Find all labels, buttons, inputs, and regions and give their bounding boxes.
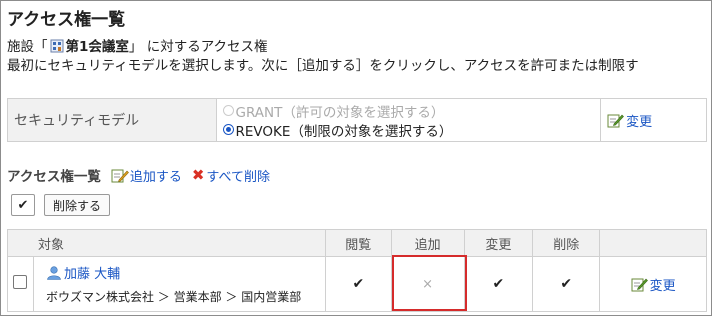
add-icon: [111, 169, 129, 182]
action-cell: 変更: [599, 256, 707, 312]
security-model-table: セキュリティモデル GRANT（許可の対象を選択する） REVOKE（制限の対象…: [7, 98, 707, 142]
row-checkbox[interactable]: [13, 275, 28, 289]
table-row: 加藤 大輔 ボウズマン株式会社 ＞ 営業本部 ＞ 国内営業部 ✔ × ✔ ✔ 変…: [7, 256, 707, 312]
view-cell: ✔: [324, 256, 392, 312]
cross-icon: ×: [422, 276, 434, 292]
access-list-screen: アクセス権一覧 施設「 第1会議室」 に対するアクセス権 最初にセキュリティモデル…: [0, 0, 712, 316]
check-icon: ✔: [352, 276, 365, 292]
grant-radio[interactable]: [222, 105, 234, 116]
column-delete: 削除: [532, 229, 601, 257]
user-name-link[interactable]: 加藤 大輔: [64, 263, 120, 282]
delete-cell: ✔: [532, 256, 601, 312]
target-cell: 加藤 大輔 ボウズマン株式会社 ＞ 営業本部 ＞ 国内営業部: [32, 256, 326, 312]
org-path: ボウズマン株式会社 ＞ 営業本部 ＞ 国内営業部: [45, 290, 302, 304]
security-model-change-label: 変更: [626, 114, 653, 130]
acl-header: アクセス権一覧 追加する ✖ すべて削除: [7, 165, 270, 185]
check-all-button[interactable]: ✔: [11, 194, 35, 216]
instruction-text: 最初にセキュリティモデルを選択します。次に［追加する］をクリックし、アクセスを許…: [7, 58, 639, 74]
user-line: 加藤 大輔: [46, 263, 324, 282]
facility-suffix: 」 に対するアクセス権: [128, 39, 268, 55]
facility-prefix: 施設「: [7, 39, 48, 55]
facility-icon: [50, 39, 63, 53]
check-icon: ✔: [560, 276, 573, 292]
revoke-radio[interactable]: [222, 124, 234, 135]
edit-icon: [607, 114, 625, 127]
add-cell: ×: [390, 256, 465, 312]
column-add: 追加: [390, 229, 465, 257]
column-target: 対象: [7, 229, 326, 257]
row-checkbox-cell: [7, 256, 34, 312]
row-change-link[interactable]: 変更: [631, 278, 676, 294]
grant-option[interactable]: GRANT（許可の対象を選択する）: [222, 101, 601, 121]
revoke-option[interactable]: REVOKE（制限の対象を選択する）: [222, 120, 601, 140]
security-model-options: GRANT（許可の対象を選択する） REVOKE（制限の対象を選択する）: [215, 98, 602, 142]
security-model-action: 変更: [600, 98, 707, 142]
acl-heading: アクセス権一覧: [7, 169, 101, 185]
add-label: 追加する: [129, 169, 182, 185]
access-table-header: 対象 閲覧 追加 変更 削除: [7, 229, 707, 257]
access-table: 対象 閲覧 追加 変更 削除 加藤 大輔 ボウズマン株式会社 ＞ 営業本部 ＞ …: [7, 229, 707, 312]
column-view: 閲覧: [324, 229, 392, 257]
page-title: アクセス権一覧: [7, 10, 126, 30]
revoke-label: REVOKE（制限の対象を選択する）: [235, 123, 453, 140]
edit-icon: [631, 278, 648, 291]
change-cell: ✔: [463, 256, 534, 312]
security-model-label: セキュリティモデル: [7, 98, 217, 142]
row-change-label: 変更: [649, 278, 676, 294]
user-icon: [47, 265, 61, 280]
delete-all-icon: ✖: [191, 166, 205, 184]
delete-all-link[interactable]: すべて削除: [206, 166, 270, 185]
security-model-change-link[interactable]: 変更: [607, 114, 653, 130]
column-action: [599, 229, 707, 257]
grant-label: GRANT（許可の対象を選択する）: [235, 104, 445, 121]
add-link[interactable]: 追加する: [111, 166, 182, 185]
column-change: 変更: [463, 229, 534, 257]
facility-line: 施設「 第1会議室」 に対するアクセス権: [7, 35, 268, 55]
facility-name: 第1会議室: [65, 39, 129, 55]
delete-button[interactable]: 削除する: [44, 194, 111, 216]
check-icon: ✔: [492, 276, 505, 292]
